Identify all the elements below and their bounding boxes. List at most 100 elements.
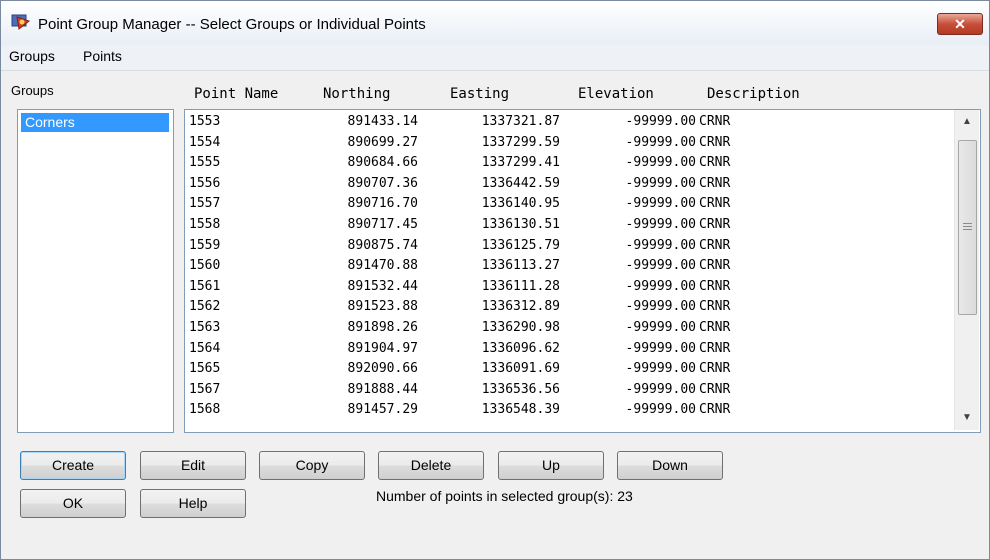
cell-name: 1560 — [189, 258, 221, 274]
app-icon — [11, 14, 31, 30]
cell-name: 1568 — [189, 402, 221, 418]
scroll-down-arrow-icon[interactable]: ▼ — [955, 408, 979, 428]
cell-northing: 890875.74 — [347, 237, 418, 253]
ok-button[interactable]: OK — [20, 489, 126, 518]
cell-easting: 1336290.98 — [481, 320, 560, 335]
down-button[interactable]: Down — [617, 451, 723, 480]
groups-list[interactable]: Corners — [17, 109, 174, 433]
cell-northing: 890684.66 — [347, 155, 418, 171]
cell-easting: 1336548.39 — [481, 402, 560, 418]
cell-northing: 890717.45 — [347, 217, 418, 232]
cell-description: CRNR — [699, 196, 731, 212]
points-list[interactable]: 1553 891433.14 1337321.87 -99999.00 CRNR 1554… — [184, 109, 981, 433]
create-button[interactable]: Create — [20, 451, 126, 480]
table-row[interactable]: 1562 891523.88 1336312.89 -99999.00 CRNR — [185, 298, 945, 316]
cell-name: 1563 — [189, 320, 221, 335]
cell-elevation: -99999.00 — [625, 299, 696, 315]
cell-description: CRNR — [699, 340, 731, 356]
groups-label: Groups — [11, 83, 54, 98]
column-header-easting: Easting — [450, 86, 510, 102]
title-bar: Point Group Manager -- Select Groups or … — [1, 1, 989, 45]
cell-name: 1561 — [189, 278, 221, 294]
cell-elevation: -99999.00 — [625, 217, 696, 232]
cell-name: 1558 — [189, 217, 221, 232]
cell-northing: 891904.97 — [347, 340, 418, 356]
table-row[interactable]: 1556 890707.36 1336442.59 -99999.00 CRNR — [185, 175, 945, 193]
point-group-manager-window: Point Group Manager -- Select Groups or … — [0, 0, 990, 560]
table-row[interactable]: 1568 891457.29 1336548.39 -99999.00 CRNR — [185, 401, 945, 419]
cell-northing: 890707.36 — [347, 175, 418, 191]
table-row[interactable]: 1561 891532.44 1336111.28 -99999.00 CRNR — [185, 278, 945, 296]
menu-bar: Groups Points — [1, 45, 989, 71]
cell-description: CRNR — [699, 258, 731, 274]
close-button[interactable]: ✕ — [937, 13, 983, 35]
copy-button[interactable]: Copy — [259, 451, 365, 480]
table-row[interactable]: 1560 891470.88 1336113.27 -99999.00 CRNR — [185, 257, 945, 275]
table-row[interactable]: 1564 891904.97 1336096.62 -99999.00 CRNR — [185, 340, 945, 358]
cell-name: 1557 — [189, 196, 221, 212]
cell-elevation: -99999.00 — [625, 320, 696, 335]
menu-groups[interactable]: Groups — [9, 48, 55, 64]
table-row[interactable]: 1563 891898.26 1336290.98 -99999.00 CRNR — [185, 319, 945, 337]
cell-description: CRNR — [699, 134, 731, 150]
cell-name: 1562 — [189, 299, 221, 315]
table-row[interactable]: 1559 890875.74 1336125.79 -99999.00 CRNR — [185, 237, 945, 255]
cell-easting: 1336096.62 — [481, 340, 560, 356]
cell-description: CRNR — [699, 381, 731, 397]
cell-elevation: -99999.00 — [625, 196, 696, 212]
table-row[interactable]: 1557 890716.70 1336140.95 -99999.00 CRNR — [185, 195, 945, 213]
edit-button[interactable]: Edit — [140, 451, 246, 480]
cell-elevation: -99999.00 — [625, 340, 696, 356]
cell-name: 1555 — [189, 155, 221, 171]
cell-description: CRNR — [699, 155, 731, 171]
table-row[interactable]: 1555 890684.66 1337299.41 -99999.00 CRNR — [185, 154, 945, 172]
cell-description: CRNR — [699, 237, 731, 253]
group-item-corners[interactable]: Corners — [21, 113, 169, 132]
cell-easting: 1337299.41 — [481, 155, 560, 171]
cell-elevation: -99999.00 — [625, 361, 696, 377]
cell-name: 1564 — [189, 340, 221, 356]
table-row[interactable]: 1553 891433.14 1337321.87 -99999.00 CRNR — [185, 113, 945, 131]
cell-northing: 891433.14 — [347, 114, 418, 129]
points-scrollbar[interactable]: ▲ ▼ — [954, 110, 979, 430]
cell-description: CRNR — [699, 114, 731, 129]
table-row[interactable]: 1567 891888.44 1336536.56 -99999.00 CRNR — [185, 381, 945, 399]
help-button[interactable]: Help — [140, 489, 246, 518]
table-row[interactable]: 1565 892090.66 1336091.69 -99999.00 CRNR — [185, 360, 945, 378]
scroll-grip-icon — [963, 223, 972, 224]
cell-name: 1554 — [189, 134, 221, 150]
cell-northing: 891532.44 — [347, 278, 418, 294]
table-row[interactable]: 1554 890699.27 1337299.59 -99999.00 CRNR — [185, 134, 945, 152]
column-header-description: Description — [707, 86, 800, 102]
cell-name: 1565 — [189, 361, 221, 377]
points-count-label: Number of points in selected group(s): — [376, 488, 614, 504]
cell-easting: 1336536.56 — [481, 381, 560, 397]
cell-elevation: -99999.00 — [625, 258, 696, 274]
cell-easting: 1336140.95 — [481, 196, 560, 212]
menu-points[interactable]: Points — [83, 48, 122, 64]
cell-easting: 1336091.69 — [481, 361, 560, 377]
cell-northing: 890699.27 — [347, 134, 418, 150]
delete-button[interactable]: Delete — [378, 451, 484, 480]
cell-easting: 1336442.59 — [481, 175, 560, 191]
cell-description: CRNR — [699, 299, 731, 315]
cell-name: 1556 — [189, 175, 221, 191]
cell-description: CRNR — [699, 320, 731, 335]
cell-easting: 1336312.89 — [481, 299, 560, 315]
points-count-value: 23 — [617, 488, 633, 504]
cell-elevation: -99999.00 — [625, 402, 696, 418]
cell-elevation: -99999.00 — [625, 175, 696, 191]
cell-elevation: -99999.00 — [625, 155, 696, 171]
column-header-point-name: Point Name — [194, 86, 279, 102]
cell-description: CRNR — [699, 402, 731, 418]
cell-northing: 891888.44 — [347, 381, 418, 397]
cell-easting: 1336111.28 — [481, 278, 560, 294]
scroll-thumb[interactable] — [958, 140, 977, 315]
cell-easting: 1336113.27 — [481, 258, 560, 274]
cell-northing: 891457.29 — [347, 402, 418, 418]
table-row[interactable]: 1558 890717.45 1336130.51 -99999.00 CRNR — [185, 216, 945, 234]
scroll-up-arrow-icon[interactable]: ▲ — [955, 112, 979, 132]
cell-elevation: -99999.00 — [625, 134, 696, 150]
up-button[interactable]: Up — [498, 451, 604, 480]
cell-easting: 1336125.79 — [481, 237, 560, 253]
